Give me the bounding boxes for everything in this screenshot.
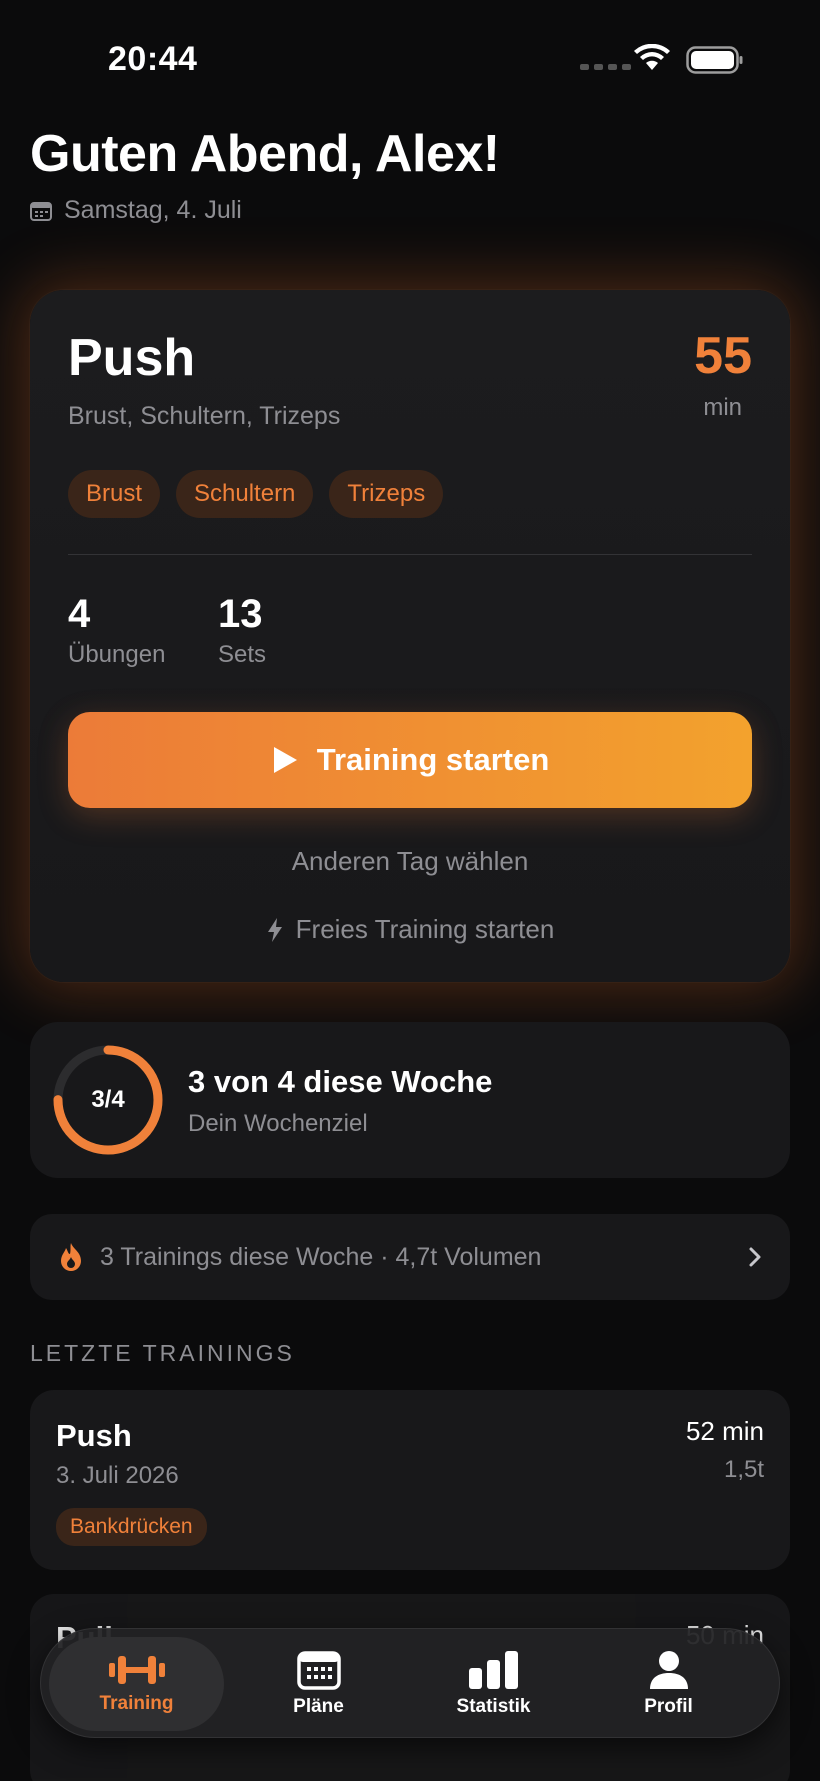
date-label: Samstag, 4. Juli [64,196,242,224]
tab-label: Profil [644,1696,693,1717]
chevron-right-icon [749,1247,761,1267]
wifi-icon [634,44,670,70]
cellular-signal-icon [580,64,631,70]
play-icon [273,747,297,773]
free-training-button[interactable]: Freies Training starten [30,914,790,945]
stat-label: Sets [218,641,267,668]
status-time: 20:44 [108,40,198,78]
workout-title: Push [68,329,196,387]
workout-date: 3. Juli 2026 [56,1462,179,1489]
duration-value: 55 [694,327,752,385]
workout-duration: 52 min [685,1416,764,1446]
stat-label: Übungen [68,641,166,668]
lightning-icon [267,917,282,942]
battery-icon [686,46,743,74]
today-workout-card[interactable]: Push Brust, Schultern, Trizeps 55 min Br… [30,290,790,982]
choose-other-day-button[interactable]: Anderen Tag wählen [30,846,790,877]
goal-title: 3 von 4 diese Woche [188,1064,493,1099]
recent-workout-card[interactable]: Push 3. Juli 2026 52 min 1,5t Bankdrücke… [30,1390,790,1570]
divider [68,554,752,555]
page-title: Guten Abend, Alex! [30,125,500,183]
start-training-button[interactable]: Training starten [68,712,752,808]
exercise-tag: Bankdrücken [56,1508,207,1546]
workout-subtitle: Brust, Schultern, Trizeps [68,402,341,430]
tab-label: Statistik [456,1696,531,1717]
sets-stat: 13 Sets [218,592,266,669]
status-bar: 20:44 [0,0,820,120]
workout-name: Push [56,1418,132,1453]
stat-value: 13 [218,592,263,636]
flame-icon [61,1243,81,1271]
bar-chart-icon [468,1651,518,1689]
recent-workouts-header: LETZTE TRAININGS [30,1340,295,1366]
duration-unit: min [703,394,742,421]
goal-ring-label: 3/4 [91,1086,125,1113]
weekly-goal-card[interactable]: 3/4 3 von 4 diese Woche Dein Wochenziel [30,1022,790,1178]
stat-value: 4 [68,592,91,636]
muscle-tag: Brust [68,470,161,518]
person-icon [649,1651,688,1689]
free-training-label: Freies Training starten [295,914,555,944]
weekly-summary-text: 3 Trainings diese Woche · 4,7t Volumen [100,1242,542,1271]
calendar-icon [30,201,52,221]
goal-subtitle: Dein Wochenziel [188,1110,368,1137]
workout-volume: 1,5t [723,1456,764,1483]
tab-label: Training [99,1693,174,1714]
tab-statistics[interactable]: Statistik [406,1637,581,1731]
exercises-stat: 4 Übungen [68,592,165,669]
tab-profile[interactable]: Profil [581,1637,756,1731]
tab-training[interactable]: Training [49,1637,224,1731]
muscle-tag: Schultern [176,470,314,518]
muscle-tag: Trizeps [329,470,444,518]
date-row: Samstag, 4. Juli [30,196,242,225]
tab-plans[interactable]: Pläne [231,1637,406,1731]
muscle-tags: Brust Schultern Trizeps [68,470,444,518]
weekly-summary-row[interactable]: 3 Trainings diese Woche · 4,7t Volumen [30,1214,790,1300]
calendar-icon [296,1651,341,1690]
tab-bar: Training Pläne Statistik Profil [40,1628,780,1738]
tab-label: Pläne [293,1696,344,1717]
dumbbell-icon [108,1656,165,1684]
start-training-label: Training starten [316,742,550,777]
